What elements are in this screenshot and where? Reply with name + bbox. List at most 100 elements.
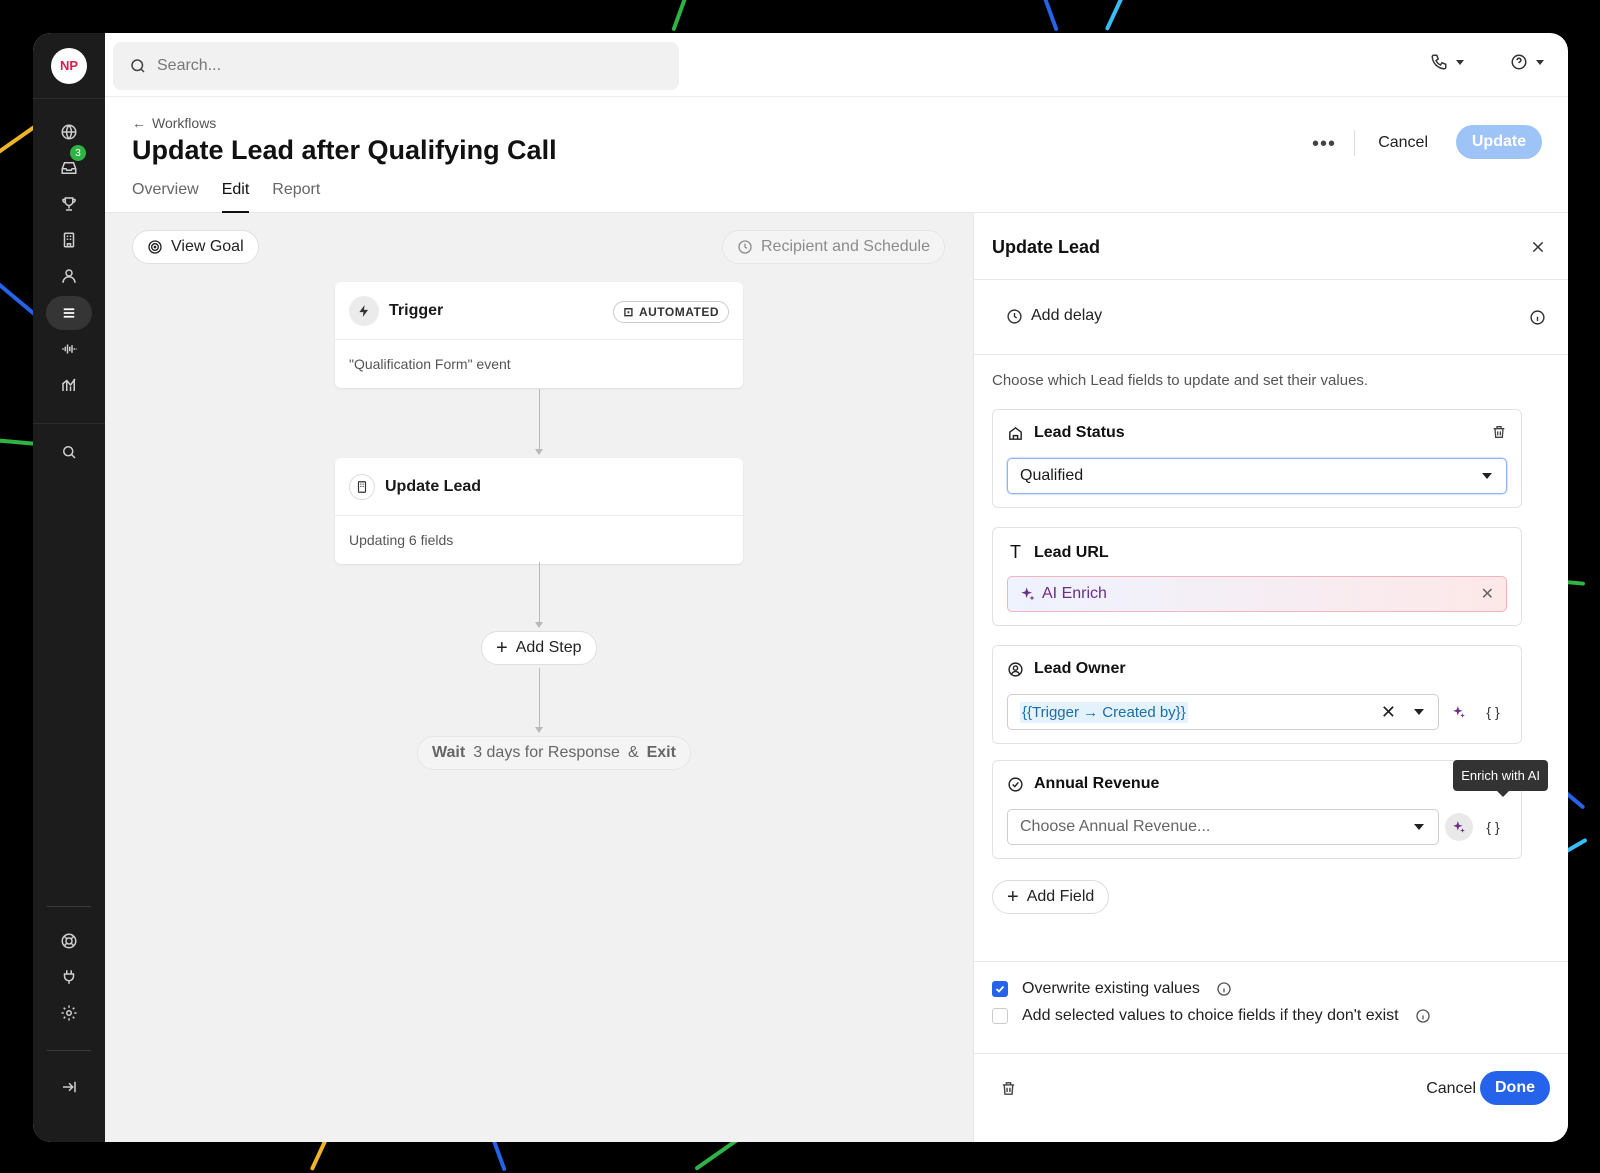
exit-condition[interactable]: Wait 3 days for Response & Exit xyxy=(417,736,691,770)
integrations-plug-icon[interactable] xyxy=(46,960,92,994)
add-delay-button[interactable]: Add delay xyxy=(1006,307,1102,325)
page-title: Update Lead after Qualifying Call xyxy=(132,135,557,165)
user-circle-icon xyxy=(1008,661,1023,677)
add-choices-label: Add selected values to choice fields if … xyxy=(1022,1007,1399,1024)
back-arrow-icon: ← xyxy=(132,115,146,131)
rail-header: NP xyxy=(33,33,105,99)
connector-arrow xyxy=(535,622,543,628)
annual-revenue-select[interactable]: Choose Annual Revenue... xyxy=(1007,809,1439,845)
connector-arrow xyxy=(535,727,543,733)
overwrite-checkbox[interactable] xyxy=(992,981,1008,997)
search-icon xyxy=(131,59,145,73)
field-lead-url: T Lead URL AI Enrich ✕ xyxy=(992,527,1522,626)
tab-overview[interactable]: Overview xyxy=(132,181,199,213)
info-icon[interactable] xyxy=(1415,1008,1431,1024)
braces-icon: { } xyxy=(1486,819,1500,835)
settings-gear-icon[interactable] xyxy=(46,996,92,1030)
help-menu-button[interactable] xyxy=(1510,53,1544,71)
update-lead-title: Update Lead xyxy=(385,477,482,495)
lead-url-ai-enrich[interactable]: AI Enrich ✕ xyxy=(1007,576,1507,612)
field-label: Annual Revenue xyxy=(1034,775,1160,792)
trigger-node-header: Trigger ⊡ AUTOMATED xyxy=(335,282,743,340)
lead-status-select[interactable]: Qualified xyxy=(1007,458,1507,494)
clear-icon[interactable]: ✕ xyxy=(1481,584,1494,604)
add-field-button[interactable]: + Add Field xyxy=(992,880,1110,914)
delete-step-trash-icon[interactable] xyxy=(1000,1080,1017,1102)
tab-bar: Overview Edit Report xyxy=(132,181,343,213)
main-area: Search... ← Workflows Update Lead after … xyxy=(105,33,1568,1142)
panel-title: Update Lead xyxy=(992,237,1101,257)
plus-icon: + xyxy=(1007,886,1019,908)
chevron-down-icon xyxy=(1536,59,1544,65)
chevron-down-icon xyxy=(1482,473,1492,479)
text-type-icon: T xyxy=(1010,542,1021,562)
building-icon xyxy=(349,473,375,500)
person-icon[interactable] xyxy=(46,259,92,293)
panel-cancel-button[interactable]: Cancel xyxy=(1426,1080,1476,1098)
inbox-icon[interactable]: 3 xyxy=(46,145,92,185)
cancel-button[interactable]: Cancel xyxy=(1378,134,1428,152)
robot-icon: ⊡ xyxy=(623,305,634,319)
avatar[interactable]: NP xyxy=(51,47,87,84)
variable-braces-button[interactable]: { } xyxy=(1479,813,1507,841)
variable-braces-button[interactable]: { } xyxy=(1479,698,1507,726)
building-icon[interactable] xyxy=(46,223,92,257)
chevron-down-icon xyxy=(1456,59,1464,65)
workflows-icon[interactable] xyxy=(46,296,92,330)
enrich-ai-button[interactable] xyxy=(1445,698,1473,726)
automated-badge: ⊡ AUTOMATED xyxy=(613,301,729,323)
breadcrumb[interactable]: ← Workflows xyxy=(132,115,216,131)
search-icon[interactable] xyxy=(46,435,92,469)
field-lead-owner: Lead Owner {{Trigger → Created by}} ✕ { … xyxy=(992,645,1522,744)
connector-line xyxy=(539,668,540,730)
phone-menu-button[interactable] xyxy=(1430,53,1464,71)
tab-report[interactable]: Report xyxy=(272,181,320,213)
trophy-icon[interactable] xyxy=(46,187,92,221)
recipient-schedule-button[interactable]: Recipient and Schedule xyxy=(722,230,946,264)
trigger-title: Trigger xyxy=(389,301,444,319)
clear-icon[interactable]: ✕ xyxy=(1381,702,1396,723)
close-icon[interactable] xyxy=(1530,239,1546,260)
rail-divider xyxy=(47,906,91,907)
view-goal-button[interactable]: View Goal xyxy=(132,230,259,264)
chevron-down-icon xyxy=(1414,824,1424,830)
target-icon xyxy=(148,240,162,254)
update-lead-description: Updating 6 fields xyxy=(349,532,454,548)
automated-label: AUTOMATED xyxy=(638,305,719,319)
add-choices-checkbox[interactable] xyxy=(992,1008,1008,1024)
reports-icon[interactable] xyxy=(46,368,92,402)
add-choices-option[interactable]: Add selected values to choice fields if … xyxy=(992,1007,1431,1025)
view-goal-label: View Goal xyxy=(171,238,244,255)
top-bar: Search... xyxy=(105,33,1568,97)
sparkle-icon xyxy=(1453,706,1465,718)
update-lead-node[interactable]: Update Lead Updating 6 fields xyxy=(335,458,743,564)
lead-owner-select[interactable]: {{Trigger → Created by}} ✕ xyxy=(1007,694,1439,730)
lightning-icon xyxy=(349,295,379,326)
globe-icon[interactable] xyxy=(46,115,92,149)
panel-divider xyxy=(974,279,1568,280)
info-icon[interactable] xyxy=(1529,309,1546,331)
exit-duration: 3 days for Response xyxy=(473,744,620,761)
background-line xyxy=(1041,0,1059,32)
update-button[interactable]: Update xyxy=(1456,125,1542,159)
background-line xyxy=(1104,0,1126,31)
waveform-icon[interactable] xyxy=(46,332,92,366)
info-icon[interactable] xyxy=(1216,981,1232,997)
enrich-ai-button[interactable] xyxy=(1445,813,1473,841)
more-options-button[interactable]: ••• xyxy=(1312,133,1336,156)
trigger-node[interactable]: Trigger ⊡ AUTOMATED "Qualification Form"… xyxy=(335,282,743,388)
clock-icon xyxy=(1007,308,1022,324)
check-circle-icon xyxy=(1008,776,1023,792)
panel-divider xyxy=(974,354,1568,355)
search-input[interactable]: Search... xyxy=(113,42,679,90)
done-button[interactable]: Done xyxy=(1480,1071,1550,1105)
trash-icon[interactable] xyxy=(1491,424,1507,445)
tab-edit[interactable]: Edit xyxy=(221,181,250,213)
overwrite-option[interactable]: Overwrite existing values xyxy=(992,980,1232,998)
help-lifebuoy-icon[interactable] xyxy=(46,924,92,958)
inbox-badge: 3 xyxy=(70,145,86,161)
add-step-label: Add Step xyxy=(515,639,582,656)
clock-icon xyxy=(738,240,752,254)
collapse-sidebar-icon[interactable] xyxy=(46,1070,92,1104)
add-step-button[interactable]: + Add Step xyxy=(481,631,597,665)
